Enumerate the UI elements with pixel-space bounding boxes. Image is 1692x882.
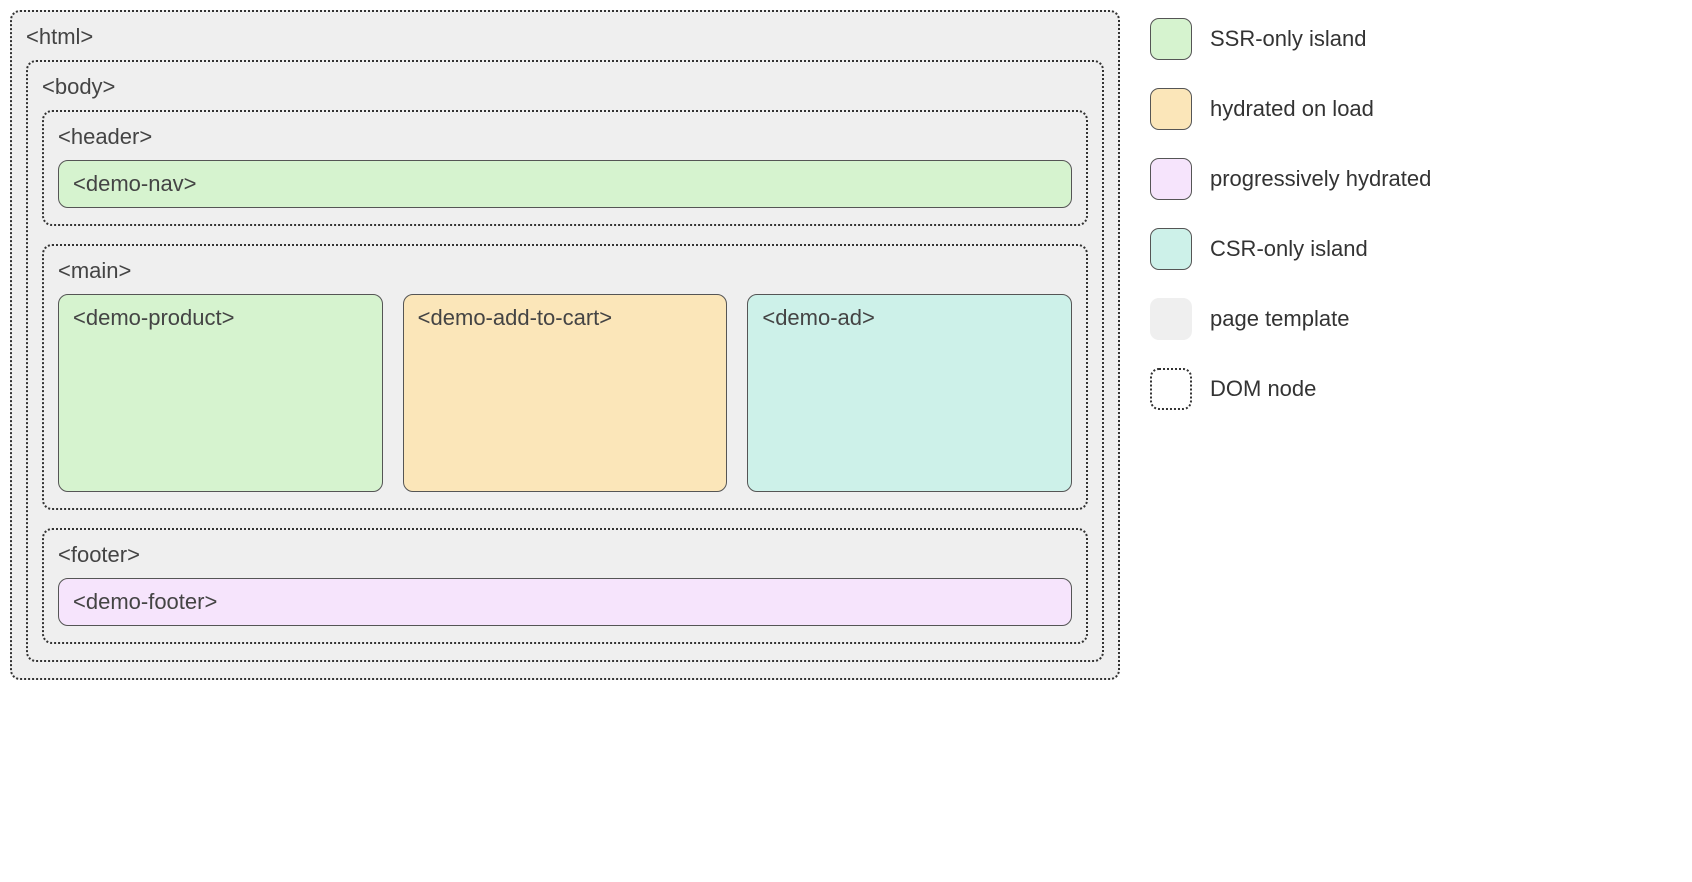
body-label: <body> [42, 74, 1088, 100]
legend-label-csr: CSR-only island [1210, 236, 1368, 262]
legend-swatch-domnode [1150, 368, 1192, 410]
demo-add-to-cart-island: <demo-add-to-cart> [403, 294, 728, 492]
legend-row-csr: CSR-only island [1150, 228, 1682, 270]
main-label: <main> [58, 258, 1072, 284]
legend-row-ssr: SSR-only island [1150, 18, 1682, 60]
legend-swatch-template [1150, 298, 1192, 340]
legend-swatch-progressive [1150, 158, 1192, 200]
legend-row-template: page template [1150, 298, 1682, 340]
legend-label-domnode: DOM node [1210, 376, 1316, 402]
legend-row-progressive: progressively hydrated [1150, 158, 1682, 200]
main-node: <main> <demo-product> <demo-add-to-cart>… [42, 244, 1088, 510]
legend-row-domnode: DOM node [1150, 368, 1682, 410]
demo-ad-island: <demo-ad> [747, 294, 1072, 492]
legend-row-hydrated: hydrated on load [1150, 88, 1682, 130]
html-label: <html> [26, 24, 1104, 50]
legend-swatch-csr [1150, 228, 1192, 270]
legend-label-hydrated: hydrated on load [1210, 96, 1374, 122]
html-node: <html> <body> <header> <demo-nav> <main>… [10, 10, 1120, 680]
legend-label-template: page template [1210, 306, 1349, 332]
demo-nav-island: <demo-nav> [58, 160, 1072, 208]
demo-footer-island: <demo-footer> [58, 578, 1072, 626]
header-label: <header> [58, 124, 1072, 150]
footer-node: <footer> <demo-footer> [42, 528, 1088, 644]
legend: SSR-only island hydrated on load progres… [1150, 10, 1682, 438]
legend-swatch-hydrated [1150, 88, 1192, 130]
legend-label-ssr: SSR-only island [1210, 26, 1367, 52]
body-node: <body> <header> <demo-nav> <main> <demo-… [26, 60, 1104, 662]
header-node: <header> <demo-nav> [42, 110, 1088, 226]
demo-product-island: <demo-product> [58, 294, 383, 492]
legend-swatch-ssr [1150, 18, 1192, 60]
footer-label: <footer> [58, 542, 1072, 568]
legend-label-progressive: progressively hydrated [1210, 166, 1431, 192]
